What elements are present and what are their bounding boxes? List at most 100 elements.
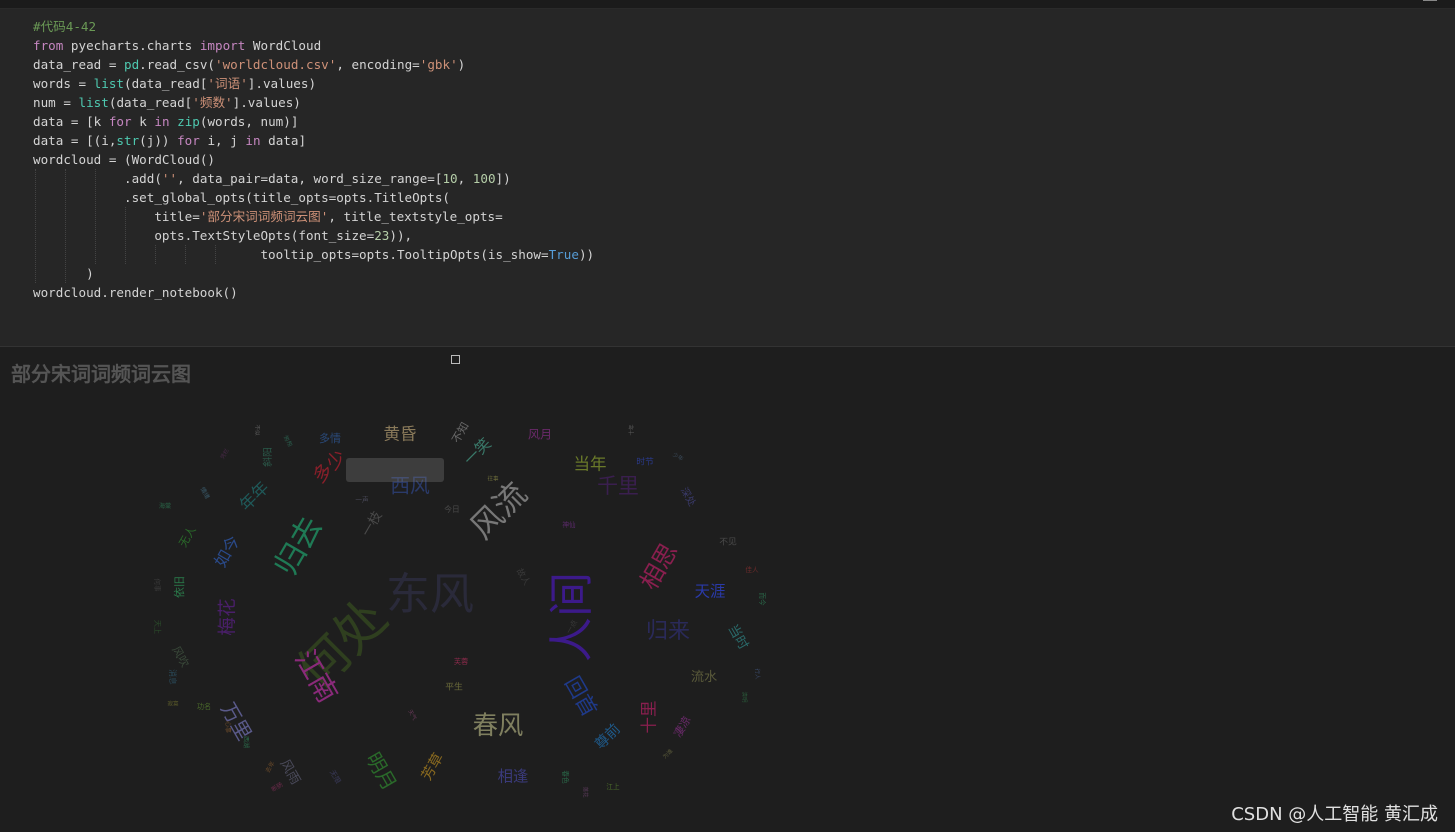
word-2[interactable]: 人间 <box>545 572 598 662</box>
word-45[interactable]: 芙蓉 <box>454 657 468 666</box>
code-token: '' <box>161 171 178 186</box>
word-4[interactable]: 风流 <box>463 475 535 547</box>
word-51[interactable]: 一声 <box>355 495 369 504</box>
word-23[interactable]: 天涯 <box>695 583 726 601</box>
word-3[interactable]: 东风 <box>386 569 474 620</box>
word-7[interactable]: 春风 <box>473 711 524 740</box>
word-54[interactable]: 而今 <box>758 592 767 606</box>
word-24[interactable]: 相逢 <box>498 768 529 786</box>
code-token: in <box>154 114 178 129</box>
code-token: ].values) <box>247 76 317 91</box>
code-line: num = list(data_read['频数'].values) <box>33 93 594 112</box>
code-token: tooltip_opts=opts.TooltipOpts(is_show= <box>33 247 549 262</box>
tooltip-box <box>346 458 444 482</box>
word-50[interactable]: 何事 <box>153 578 162 592</box>
word-58[interactable]: 西湖 <box>242 736 250 748</box>
code-line: data_read = pd.read_csv('worldcloud.csv'… <box>33 55 594 74</box>
word-5[interactable]: 归去 <box>268 511 330 582</box>
word-34[interactable]: 依旧 <box>173 576 186 598</box>
code-line: wordcloud.render_notebook() <box>33 283 594 302</box>
word-71[interactable]: 寂寞 <box>167 700 179 708</box>
word-49[interactable]: 天上 <box>153 620 162 634</box>
word-75[interactable]: 不似 <box>254 424 261 436</box>
code-line: tooltip_opts=opts.TooltipOpts(is_show=Tr… <box>33 245 594 264</box>
word-57[interactable]: 心事 <box>224 721 232 733</box>
word-38[interactable]: 深处 <box>678 485 698 508</box>
code-token: wordcloud <box>33 152 109 167</box>
code-line: .set_global_opts(title_opts=opts.TitleOp… <box>33 188 594 207</box>
word-37[interactable]: 无人 <box>176 524 198 550</box>
word-32[interactable]: 多情 <box>319 431 341 445</box>
code-token: 23 <box>374 228 390 243</box>
word-33[interactable]: 凄凉 <box>671 713 694 739</box>
word-9[interactable]: 归来 <box>646 619 690 644</box>
word-61[interactable]: 春色 <box>561 770 570 784</box>
code-token: ) <box>457 57 466 72</box>
word-59[interactable]: 去年 <box>264 760 277 774</box>
code-token: = <box>78 76 94 91</box>
code-token: (data_read[ <box>124 76 208 91</box>
word-55[interactable]: 江上 <box>606 782 620 791</box>
word-35[interactable]: 不知 <box>449 419 472 445</box>
word-66[interactable]: 落花 <box>582 786 590 798</box>
code-line: wordcloud = (WordCloud() <box>33 150 594 169</box>
word-31[interactable]: 风月 <box>528 428 552 442</box>
word-53[interactable]: 佳人 <box>745 565 759 574</box>
minimize-icon[interactable] <box>1423 0 1437 1</box>
code-token: list <box>93 76 125 91</box>
code-line: opts.TextStyleOpts(font_size=23)), <box>33 226 594 245</box>
indent-guide <box>35 169 36 283</box>
word-41[interactable]: 时节 <box>636 456 654 468</box>
word-17[interactable]: 黄昏 <box>384 425 417 444</box>
code-editor[interactable]: #代码4-42 from pyecharts.charts import Word… <box>33 17 594 302</box>
code-token: = (WordCloud() <box>108 152 215 167</box>
word-73[interactable]: 行人 <box>754 668 762 680</box>
word-15[interactable]: 梅花 <box>218 598 239 635</box>
word-11[interactable]: 回首 <box>560 672 602 720</box>
word-16[interactable]: 多少 <box>309 446 350 487</box>
code-line: .add('', data_pair=data, word_size_range… <box>33 169 594 188</box>
word-19[interactable]: 年年 <box>236 478 273 515</box>
word-40[interactable]: 不见 <box>719 537 737 548</box>
word-8[interactable]: 相思 <box>635 539 683 595</box>
word-63[interactable]: 匆匆 <box>282 434 295 448</box>
code-token: str <box>116 133 140 148</box>
word-52[interactable]: 神仙 <box>562 520 576 529</box>
code-cell[interactable]: #代码4-42 from pyecharts.charts import Word… <box>0 9 1455 346</box>
word-64[interactable]: 十年 <box>628 424 636 436</box>
word-42[interactable]: 平生 <box>445 681 463 693</box>
word-70[interactable]: 凭栏 <box>218 447 231 461</box>
word-46[interactable]: 消息 <box>168 669 178 685</box>
word-44[interactable]: 今日 <box>444 504 459 514</box>
code-token: data] <box>268 133 307 148</box>
word-47[interactable]: 功名 <box>197 702 211 711</box>
word-12[interactable]: 明月 <box>361 749 401 795</box>
word-60[interactable]: 无限 <box>328 768 343 785</box>
code-line: from pyecharts.charts import WordCloud <box>33 36 594 55</box>
word-18[interactable]: 如今 <box>211 532 244 570</box>
word-25[interactable]: 芳草 <box>418 750 447 783</box>
word-39[interactable]: 斜阳 <box>261 447 274 467</box>
word-69[interactable]: 情绪 <box>199 486 212 500</box>
word-72[interactable]: 天气 <box>406 708 419 722</box>
word-26[interactable]: 尊前 <box>592 721 624 753</box>
word-29[interactable]: 当时 <box>724 622 751 653</box>
word-56[interactable]: 海棠 <box>159 502 171 510</box>
word-36[interactable]: 风吹 <box>169 644 191 670</box>
word-74[interactable]: 清明 <box>741 691 749 703</box>
word-22[interactable]: 一笑 <box>460 434 495 469</box>
word-10[interactable]: 千里 <box>597 474 639 498</box>
code-token: zip <box>177 114 200 129</box>
word-43[interactable]: 故人 <box>514 566 533 587</box>
word-30[interactable]: 一枝 <box>358 509 385 540</box>
indent-guide <box>185 245 186 264</box>
word-28[interactable]: 流水 <box>691 669 717 685</box>
word-20[interactable]: 十里 <box>640 701 659 734</box>
word-62[interactable]: 断肠 <box>270 781 284 794</box>
code-token: WordCloud <box>252 38 322 53</box>
word-21[interactable]: 当年 <box>574 455 607 474</box>
word-68[interactable]: 往事 <box>487 475 499 483</box>
word-67[interactable]: 为谁 <box>661 747 675 761</box>
word-65[interactable]: 少年 <box>671 450 685 463</box>
code-token: = <box>63 95 79 110</box>
